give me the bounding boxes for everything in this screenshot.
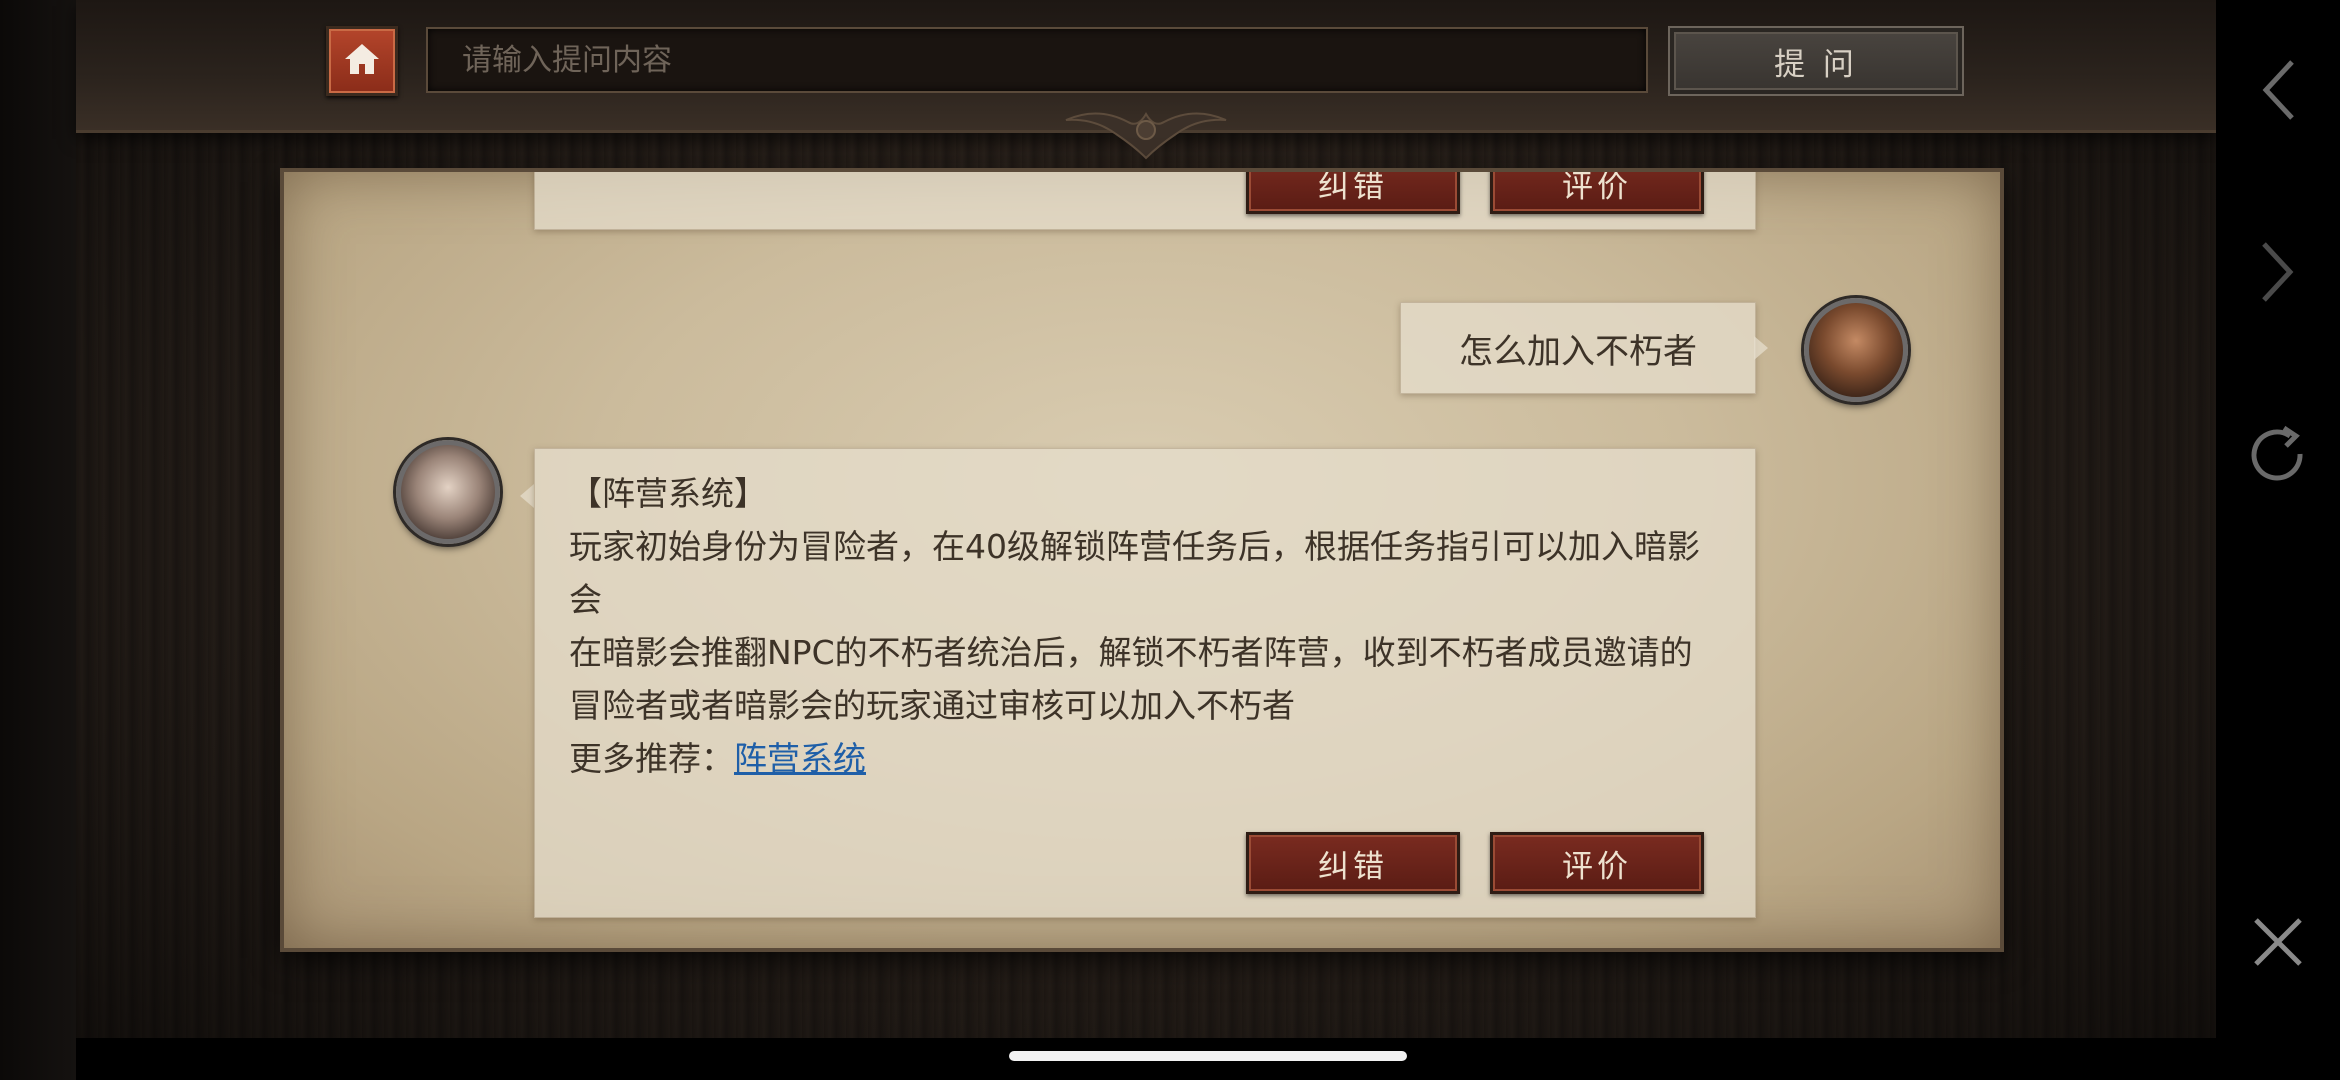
ask-button[interactable]: 提 问 — [1668, 26, 1964, 96]
chevron-left-icon — [2258, 58, 2298, 126]
search-input[interactable] — [426, 27, 1648, 93]
rate-button-label: 评价 — [1562, 848, 1632, 885]
npc-avatar — [396, 440, 500, 544]
refresh-button[interactable] — [2248, 425, 2308, 488]
rate-button[interactable]: 评价 — [1490, 832, 1704, 894]
left-edge — [0, 0, 76, 1080]
refresh-icon — [2246, 424, 2310, 492]
previous-correct-button[interactable]: 纠错 — [1246, 172, 1460, 214]
previous-rate-button[interactable]: 评价 — [1490, 172, 1704, 214]
correct-button[interactable]: 纠错 — [1246, 832, 1460, 894]
answer-title: 【阵营系统】 — [569, 474, 767, 513]
close-button[interactable] — [2248, 914, 2308, 974]
home-button[interactable] — [326, 26, 398, 96]
user-question-bubble: 怎么加入不朽者 — [1400, 302, 1756, 394]
user-question-text: 怎么加入不朽者 — [1459, 331, 1697, 372]
chat-panel: 纠错 评价 怎么加入不朽者 【阵营系统】 玩家初始身份为冒险者，在40级解锁阵营… — [284, 172, 2000, 948]
recommend-link[interactable]: 阵营系统 — [734, 739, 866, 778]
answer-paragraph: 玩家初始身份为冒险者，在40级解锁阵营任务后，根据任务指引可以加入暗影会 — [569, 527, 1700, 619]
user-bubble-tail — [1754, 336, 1768, 360]
ask-button-label: 提 问 — [1774, 46, 1858, 83]
close-icon — [2250, 914, 2306, 974]
previous-rate-label: 评价 — [1562, 172, 1632, 205]
more-recommend-label: 更多推荐： — [569, 739, 734, 778]
correct-button-label: 纠错 — [1318, 848, 1388, 885]
ornament-icon — [1058, 100, 1234, 164]
answer-paragraph: 在暗影会推翻NPC的不朽者统治后，解锁不朽者阵营，收到不朽者成员邀请的冒险者或者… — [569, 633, 1693, 725]
more-recommend: 更多推荐：阵营系统 — [569, 732, 1721, 785]
previous-correct-label: 纠错 — [1318, 172, 1388, 205]
user-avatar — [1804, 298, 1908, 402]
chevron-right-icon — [2258, 240, 2298, 308]
home-icon — [342, 41, 382, 81]
back-button[interactable] — [2248, 60, 2308, 122]
screen: 提 问 纠错 评价 怎么加入不朽者 【阵营系统】 玩家初始身份为冒险者，在40级… — [0, 0, 2340, 1080]
answer-bubble-tail — [520, 484, 534, 508]
forward-button[interactable] — [2248, 242, 2308, 304]
home-indicator[interactable] — [1009, 1051, 1407, 1061]
